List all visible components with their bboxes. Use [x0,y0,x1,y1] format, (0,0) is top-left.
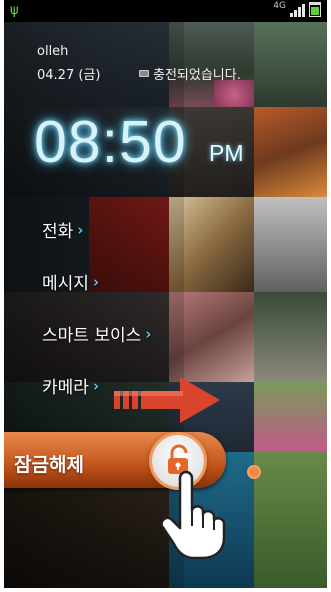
shortcut-camera[interactable]: 카메라 › [42,373,100,399]
date-label: 04.27 (금) [37,68,101,83]
pointing-hand-icon [160,470,226,560]
shortcut-label: 메시지 [42,274,89,294]
red-arrow-right-icon [114,377,220,423]
charging-status: 충전되었습니다. [139,64,241,83]
usb-icon: ψ [10,3,19,18]
battery-icon [309,2,321,17]
shortcut-phone[interactable]: 전화 › [42,217,84,243]
lockscreen-wallpaper: olleh 04.27 (금) 충전되었습니다. 08:50 PM 전화 › 메… [4,22,327,588]
chevron-right-icon: › [145,324,152,343]
shortcut-messages[interactable]: 메시지 › [42,269,100,295]
shortcut-smart-voice[interactable]: 스마트 보이스 › [42,321,152,347]
unlock-label: 잠금해제 [14,454,84,476]
battery-charging-icon [139,70,149,77]
shortcut-label: 카메라 [42,378,89,398]
carrier-name: olleh [37,44,69,59]
shortcut-label: 전화 [42,222,74,242]
charging-text: 충전되었습니다. [153,68,241,83]
clock-time: 08:50 [34,109,187,175]
status-bar: ψ 4G [4,0,327,22]
status-icons: 4G [273,1,321,17]
chevron-right-icon: › [77,220,84,239]
network-type: 4G [273,1,286,11]
chevron-right-icon: › [92,272,100,291]
signal-bars-icon [290,4,305,17]
shortcut-label: 스마트 보이스 [42,326,142,346]
phone-screen: ψ 4G olleh 04.27 (금) 충전되었습니다. 08:50 PM 전… [4,0,327,588]
clock-ampm: PM [209,140,244,166]
chevron-right-icon: › [92,376,100,395]
